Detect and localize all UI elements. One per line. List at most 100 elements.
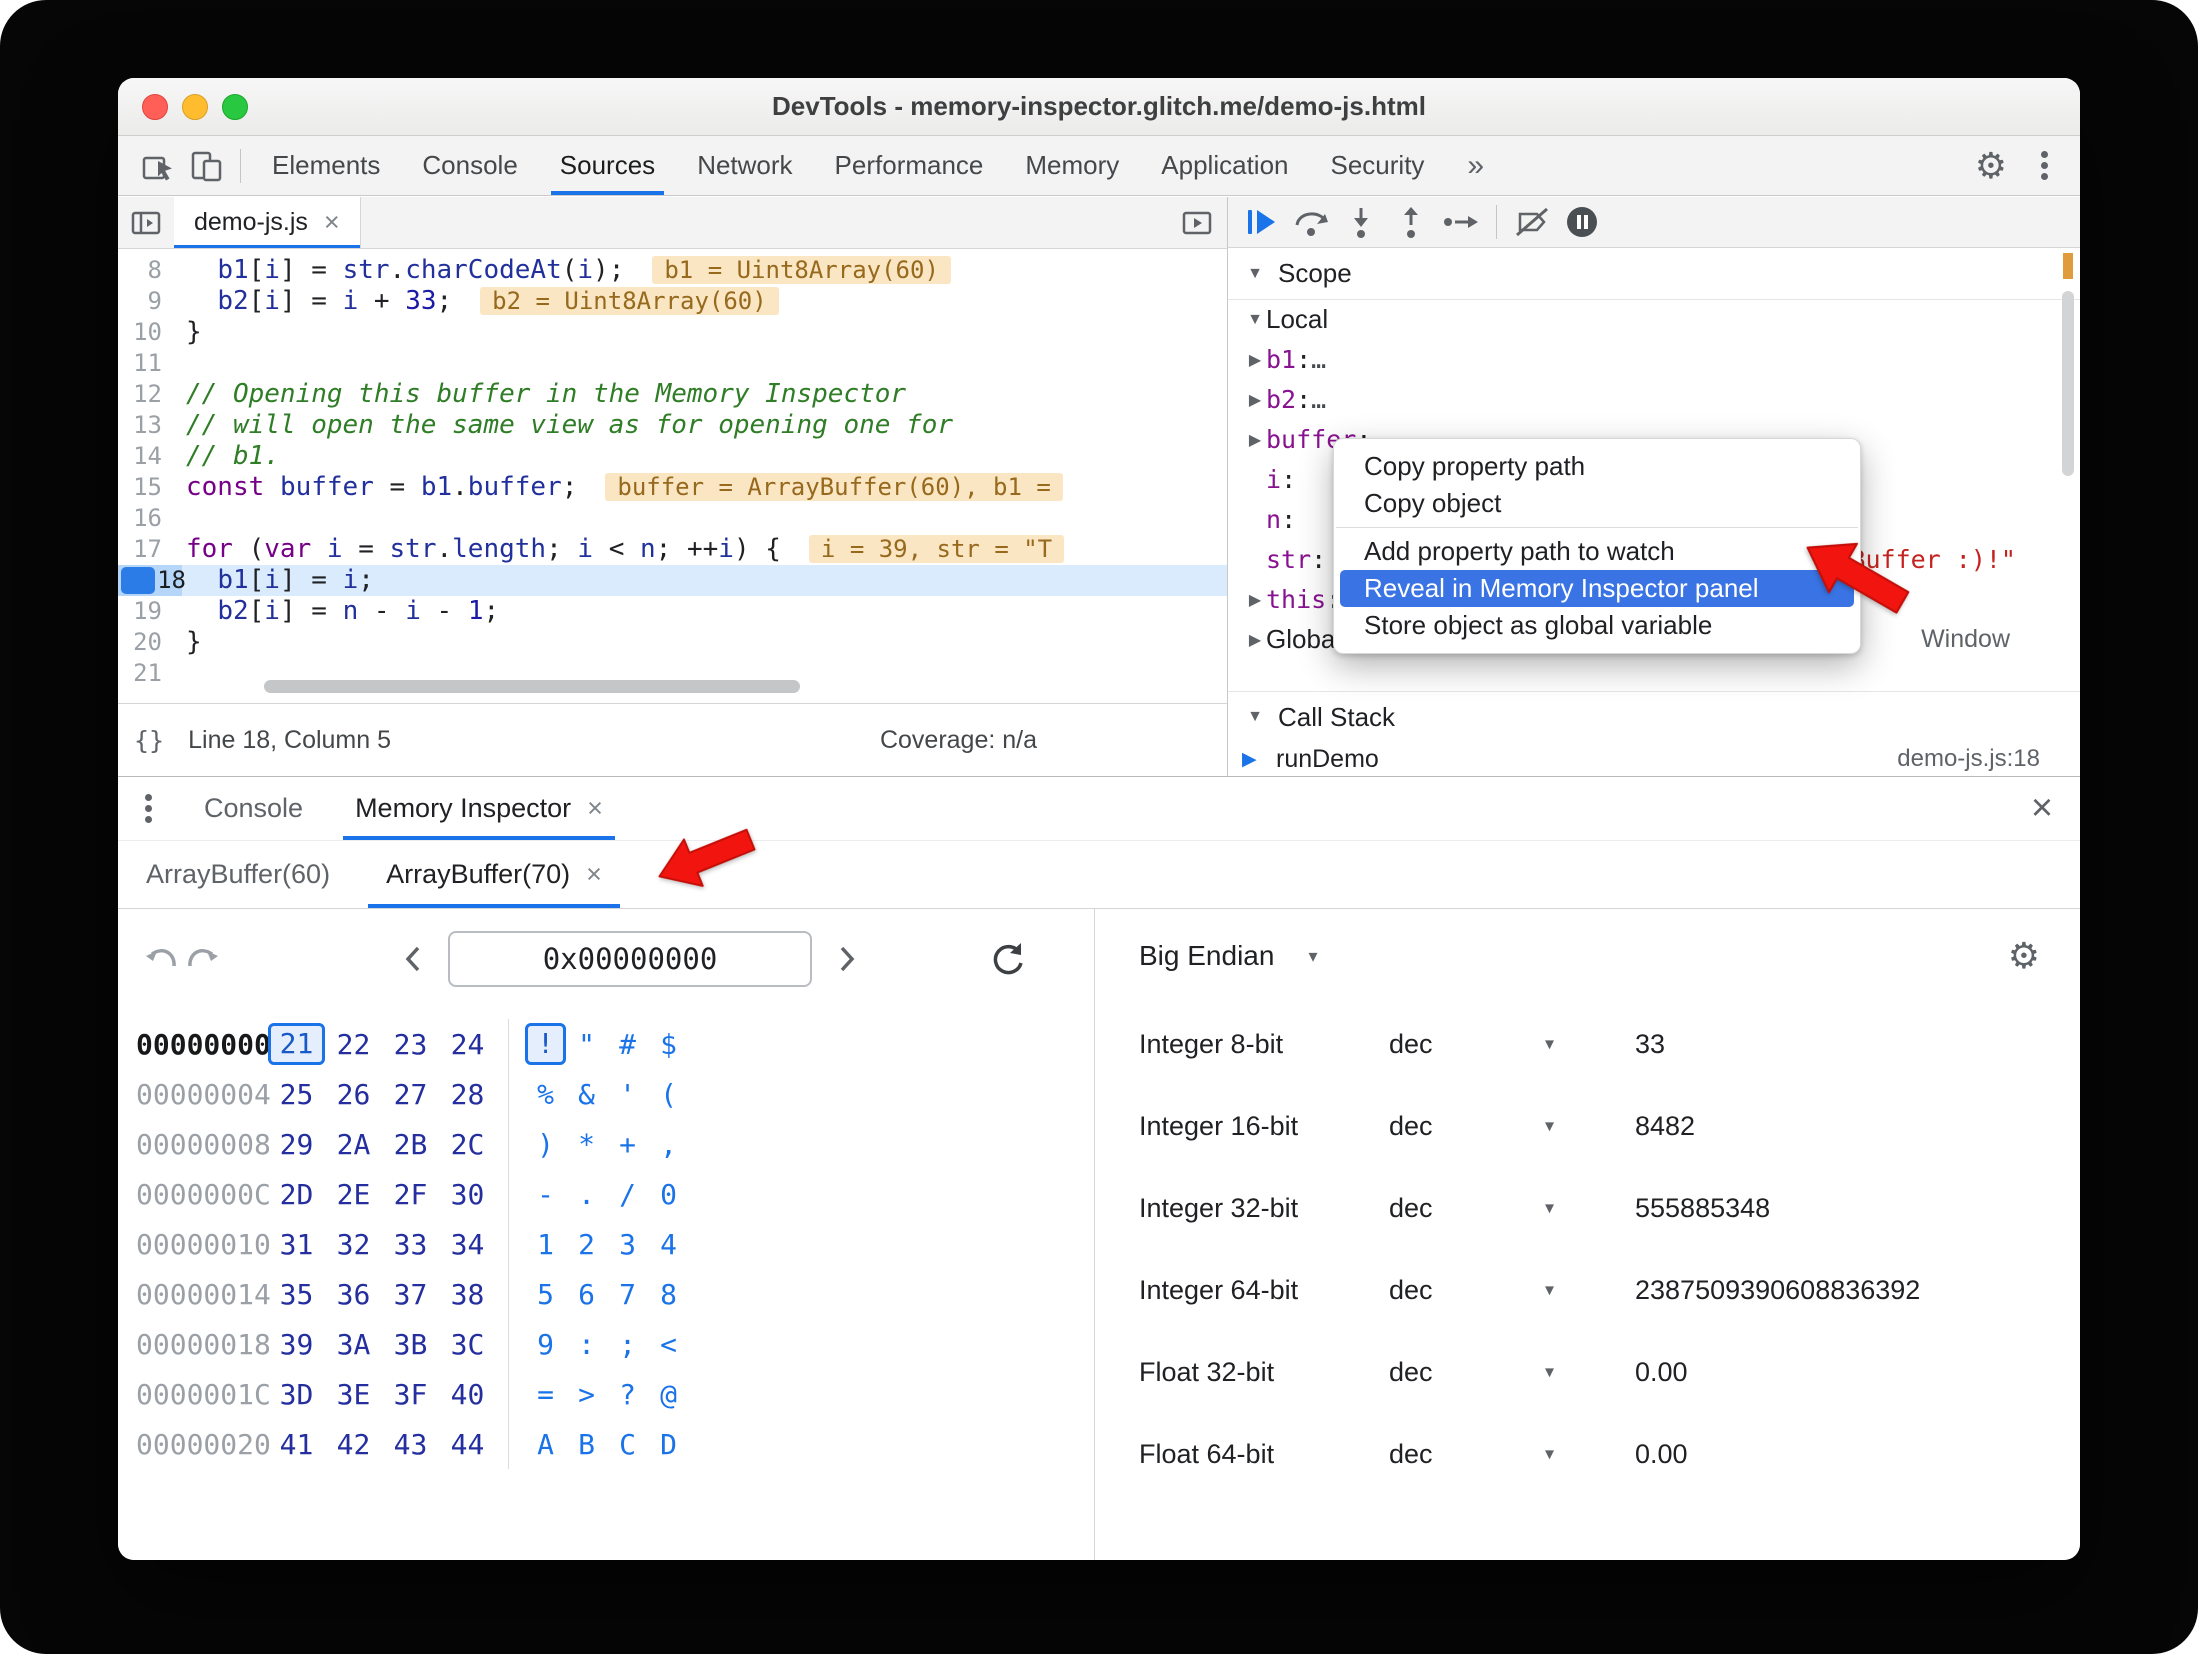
ascii-char[interactable]: !: [525, 1023, 566, 1065]
ascii-char[interactable]: A: [525, 1428, 566, 1461]
format-dropdown[interactable]: dec ▾: [1389, 1275, 1635, 1306]
ascii-char[interactable]: ?: [607, 1378, 648, 1411]
drawer-tab-console[interactable]: Console: [178, 777, 329, 840]
ascii-char[interactable]: ": [566, 1028, 607, 1061]
ascii-char[interactable]: /: [607, 1178, 648, 1211]
ascii-char[interactable]: ,: [648, 1128, 689, 1161]
ascii-char[interactable]: :: [566, 1328, 607, 1361]
hex-byte[interactable]: 3E: [325, 1378, 382, 1411]
line-number[interactable]: 17: [118, 534, 162, 565]
line-number[interactable]: 20: [118, 627, 162, 658]
hex-byte[interactable]: 24: [439, 1028, 496, 1061]
line-number[interactable]: 19: [118, 596, 162, 627]
file-tab-demo-js[interactable]: demo-js.js ×: [174, 197, 361, 248]
disclosure-triangle-icon[interactable]: ▶: [1244, 350, 1266, 370]
tab-application[interactable]: Application: [1140, 136, 1309, 195]
hex-byte[interactable]: 2E: [325, 1178, 382, 1211]
hex-byte[interactable]: 30: [439, 1178, 496, 1211]
hex-byte[interactable]: 37: [382, 1278, 439, 1311]
ascii-char[interactable]: 6: [566, 1278, 607, 1311]
ascii-char[interactable]: >: [566, 1378, 607, 1411]
ascii-char[interactable]: &: [566, 1078, 607, 1111]
hex-byte[interactable]: 34: [439, 1228, 496, 1261]
ascii-char[interactable]: 3: [607, 1228, 648, 1261]
code-text[interactable]: }: [162, 317, 202, 348]
code-text[interactable]: const buffer = b1.buffer; buffer = ArrayB…: [162, 472, 1063, 503]
menu-item-store-object-as-global-variable[interactable]: Store object as global variable: [1334, 607, 1860, 644]
ascii-char[interactable]: ': [607, 1078, 648, 1111]
resume-script-icon[interactable]: [1236, 199, 1286, 245]
hex-byte[interactable]: 32: [325, 1228, 382, 1261]
disclosure-triangle-icon[interactable]: ▶: [1244, 630, 1266, 650]
pause-on-exceptions-icon[interactable]: [1557, 199, 1607, 245]
format-dropdown[interactable]: dec ▾: [1389, 1111, 1635, 1142]
tab-sources[interactable]: Sources: [539, 136, 676, 195]
show-navigator-icon[interactable]: [118, 197, 174, 248]
tab-network[interactable]: Network: [676, 136, 813, 195]
drawer-kebab-menu-icon[interactable]: [118, 777, 178, 840]
hex-byte[interactable]: 3C: [439, 1328, 496, 1361]
previous-page-icon[interactable]: [392, 938, 434, 980]
code-text[interactable]: // b1.: [162, 441, 280, 472]
line-number[interactable]: 9: [118, 286, 162, 317]
ascii-char[interactable]: 7: [607, 1278, 648, 1311]
hex-byte[interactable]: 29: [268, 1128, 325, 1161]
refresh-icon[interactable]: [986, 938, 1028, 980]
redo-icon[interactable]: [182, 938, 224, 980]
line-number[interactable]: 8: [118, 255, 162, 286]
ascii-char[interactable]: 9: [525, 1328, 566, 1361]
memory-tab-arraybuffer-70[interactable]: ArrayBuffer(70) ×: [358, 841, 630, 908]
tab-memory[interactable]: Memory: [1004, 136, 1140, 195]
hex-byte[interactable]: 21: [268, 1023, 325, 1065]
hex-byte[interactable]: 27: [382, 1078, 439, 1111]
hex-byte[interactable]: 31: [268, 1228, 325, 1261]
value-settings-gear-icon[interactable]: ⚙: [2008, 938, 2040, 974]
menu-item-reveal-in-memory-inspector-panel[interactable]: Reveal in Memory Inspector panel: [1340, 570, 1854, 607]
pretty-print-icon[interactable]: {}: [134, 726, 164, 755]
step-over-icon[interactable]: [1286, 199, 1336, 245]
hex-byte[interactable]: 2F: [382, 1178, 439, 1211]
code-text[interactable]: b2[i] = i + 33; b2 = Uint8Array(60): [162, 286, 779, 317]
hex-byte[interactable]: 23: [382, 1028, 439, 1061]
hex-byte[interactable]: 3B: [382, 1328, 439, 1361]
address-input[interactable]: [448, 931, 812, 987]
hex-byte[interactable]: 26: [325, 1078, 382, 1111]
ascii-char[interactable]: .: [566, 1178, 607, 1211]
step-icon[interactable]: [1436, 199, 1486, 245]
menu-item-copy-object[interactable]: Copy object: [1334, 485, 1860, 522]
close-window-button[interactable]: [142, 94, 168, 120]
hex-byte[interactable]: 40: [439, 1378, 496, 1411]
step-into-icon[interactable]: [1336, 199, 1386, 245]
deactivate-breakpoints-icon[interactable]: [1507, 199, 1557, 245]
minimize-window-button[interactable]: [182, 94, 208, 120]
format-dropdown[interactable]: dec ▾: [1389, 1439, 1635, 1470]
ascii-char[interactable]: %: [525, 1078, 566, 1111]
ascii-char[interactable]: C: [607, 1428, 648, 1461]
hex-byte[interactable]: 38: [439, 1278, 496, 1311]
line-number[interactable]: 10: [118, 317, 162, 348]
undo-icon[interactable]: [140, 938, 182, 980]
ascii-char[interactable]: 2: [566, 1228, 607, 1261]
format-dropdown[interactable]: dec ▾: [1389, 1029, 1635, 1060]
scope-row-b2[interactable]: ▶ b2: …: [1228, 380, 2080, 420]
kebab-menu-icon[interactable]: [2041, 162, 2048, 169]
endianness-dropdown[interactable]: Big Endian: [1139, 940, 1274, 972]
code-text[interactable]: b1[i] = str.charCodeAt(i); b1 = Uint8Arra…: [162, 255, 951, 286]
ascii-char[interactable]: #: [607, 1028, 648, 1061]
line-number[interactable]: 16: [118, 503, 162, 534]
ascii-char[interactable]: $: [648, 1028, 689, 1061]
more-tabs-button[interactable]: »: [1453, 149, 1498, 183]
code-text[interactable]: b1[i] = i;: [162, 565, 374, 596]
hex-byte[interactable]: 39: [268, 1328, 325, 1361]
ascii-char[interactable]: 1: [525, 1228, 566, 1261]
ascii-char[interactable]: *: [566, 1128, 607, 1161]
line-number[interactable]: 12: [118, 379, 162, 410]
hex-byte[interactable]: 33: [382, 1228, 439, 1261]
code-text[interactable]: }: [162, 627, 202, 658]
close-tab-icon[interactable]: ×: [586, 861, 602, 888]
ascii-char[interactable]: +: [607, 1128, 648, 1161]
hex-byte[interactable]: 43: [382, 1428, 439, 1461]
disclosure-triangle-icon[interactable]: ▼: [1244, 311, 1266, 329]
hex-byte[interactable]: 3F: [382, 1378, 439, 1411]
ascii-char[interactable]: (: [648, 1078, 689, 1111]
